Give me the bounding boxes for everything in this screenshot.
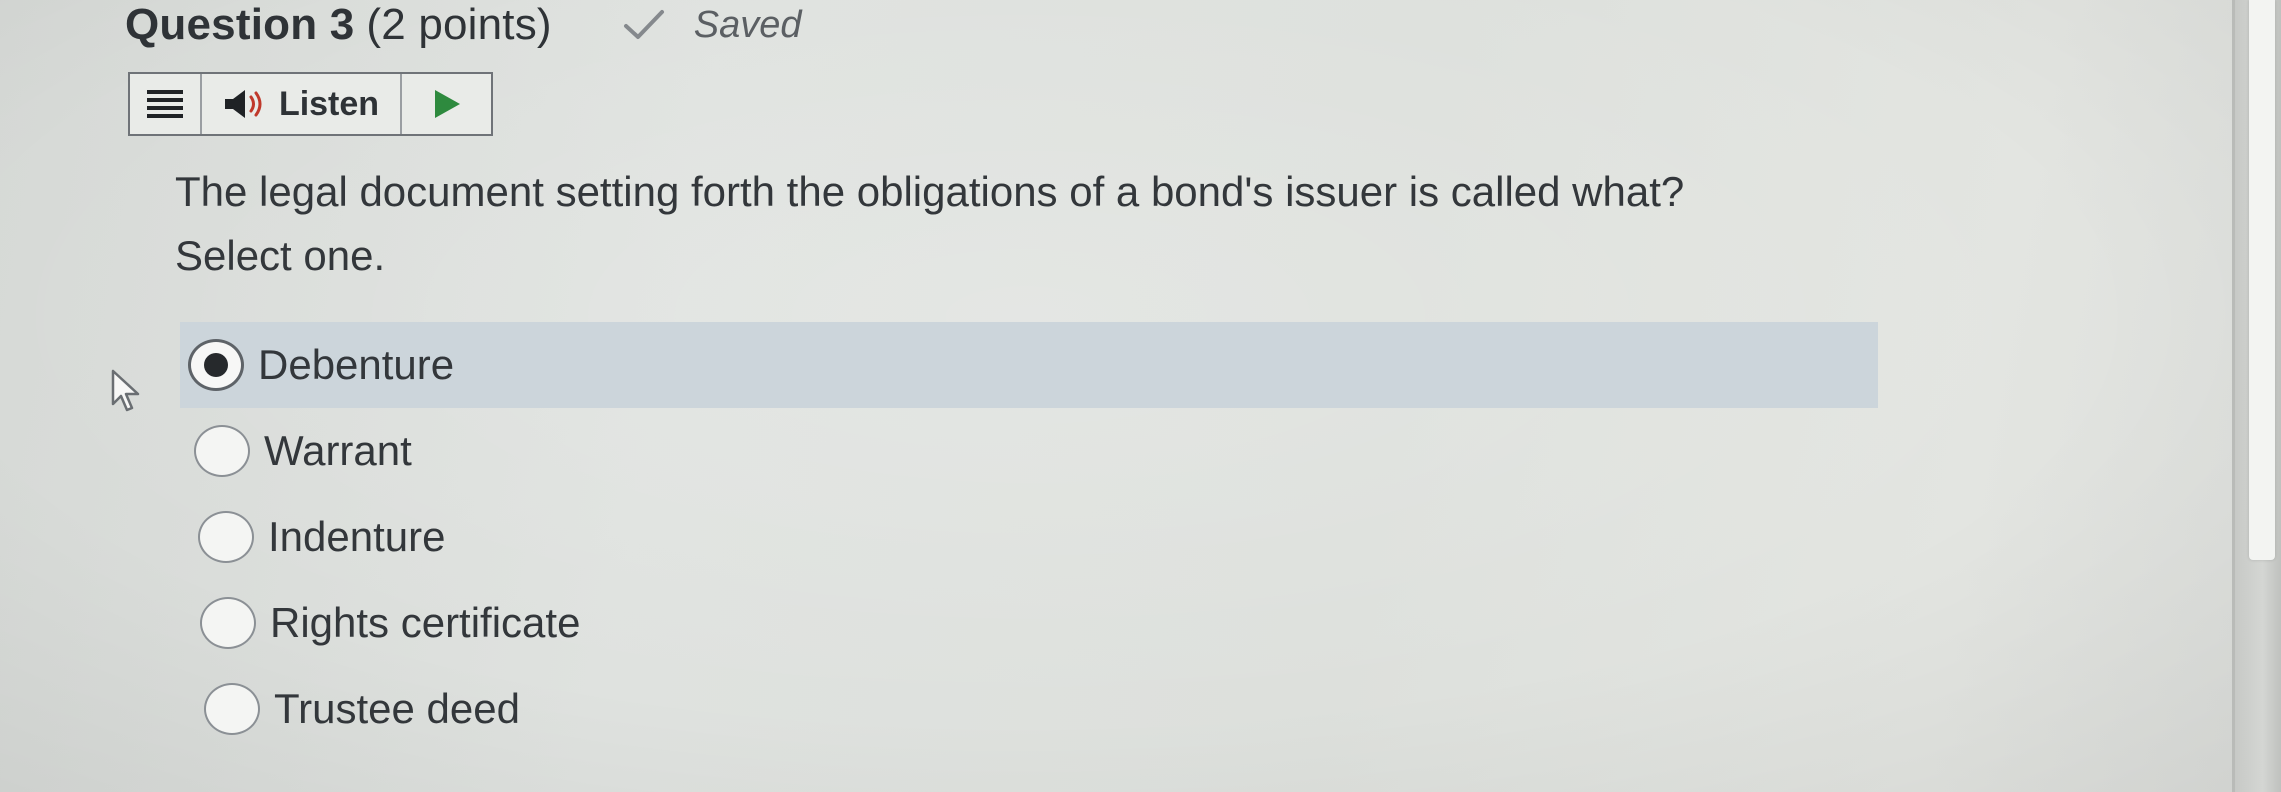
mouse-pointer-icon (111, 369, 140, 412)
answer-options: Debenture Warrant Indenture Rights certi… (180, 322, 1880, 752)
radio-button-warrant[interactable] (194, 425, 250, 477)
option-trustee-deed[interactable]: Trustee deed (180, 666, 1880, 752)
radio-button-debenture[interactable] (188, 339, 244, 391)
question-prompt: The legal document setting forth the obl… (175, 160, 1875, 288)
option-indenture[interactable]: Indenture (180, 494, 1880, 580)
play-icon (434, 90, 460, 118)
radio-button-rights-certificate[interactable] (200, 597, 256, 649)
readspeaker-toolbar: Listen (128, 72, 493, 136)
question-header: Question 3 (2 points) Saved (125, 0, 802, 50)
option-warrant[interactable]: Warrant (180, 408, 1880, 494)
option-label: Trustee deed (274, 685, 520, 732)
listen-button[interactable]: Listen (202, 74, 402, 134)
option-label: Warrant (264, 427, 412, 474)
question-instruction: Select one. (175, 232, 386, 279)
question-points: (2 points) (366, 0, 552, 49)
hamburger-menu-icon (147, 90, 183, 118)
question-text: The legal document setting forth the obl… (175, 168, 1685, 215)
radio-button-indenture[interactable] (198, 511, 254, 563)
toolbar-menu-button[interactable] (130, 74, 202, 134)
scrollbar-track[interactable] (2235, 0, 2281, 792)
option-rights-certificate[interactable]: Rights certificate (180, 580, 1880, 666)
radio-button-trustee-deed[interactable] (204, 683, 260, 735)
question-title: Question 3 (2 points) (125, 0, 552, 50)
saved-status: Saved (622, 4, 802, 47)
listen-label: Listen (278, 84, 380, 123)
option-debenture[interactable]: Debenture (180, 322, 1878, 408)
scrollbar-thumb[interactable] (2249, 0, 2275, 560)
option-label: Rights certificate (270, 599, 581, 646)
checkmark-icon (623, 10, 664, 39)
radio-selected-dot (204, 353, 228, 377)
speaker-icon (224, 90, 262, 118)
option-label: Debenture (258, 341, 455, 388)
saved-status-label: Saved (693, 3, 802, 46)
option-label: Indenture (268, 513, 446, 560)
question-number: Question 3 (125, 0, 355, 49)
play-button[interactable] (402, 74, 491, 134)
